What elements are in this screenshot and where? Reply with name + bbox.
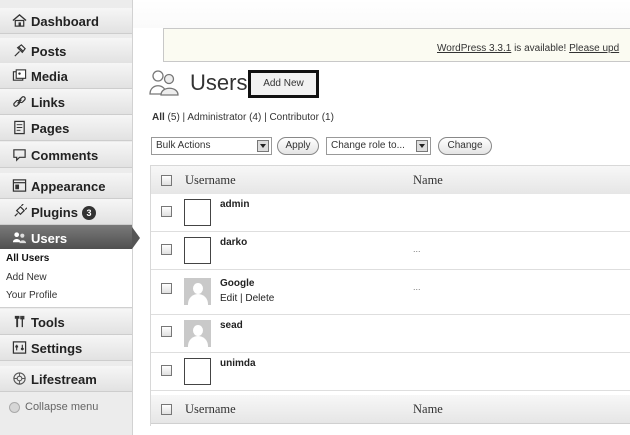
- column-header-name[interactable]: Name: [413, 173, 443, 188]
- submenu-item-add-new[interactable]: Add New: [6, 272, 47, 283]
- sidebar-item-label: Dashboard: [31, 14, 99, 29]
- appearance-icon: [12, 179, 27, 192]
- admin-sidebar: Dashboard Posts Media Links Pages Commen…: [0, 0, 140, 435]
- sidebar-item-posts[interactable]: Posts: [0, 38, 132, 64]
- sidebar-item-label: Links: [31, 95, 65, 110]
- plugin-update-count-badge: 3: [81, 206, 96, 220]
- column-footer-name[interactable]: Name: [413, 402, 443, 417]
- users-icon: [12, 232, 27, 244]
- column-header-username[interactable]: Username: [185, 173, 236, 188]
- sidebar-item-label: Lifestream: [31, 372, 97, 387]
- table-header: Username Name: [151, 166, 630, 195]
- user-role-filters: All (5) | Administrator (4) | Contributo…: [152, 112, 334, 123]
- sidebar-item-label: Settings: [31, 341, 83, 356]
- change-role-select[interactable]: Change role to...: [326, 137, 431, 155]
- sidebar-item-label: Tools: [31, 315, 65, 330]
- sidebar-item-label: Users: [31, 231, 68, 246]
- pages-icon: [14, 120, 25, 135]
- filter-all-count: (5): [164, 112, 180, 123]
- table-row: unimda: [151, 353, 630, 391]
- filter-all[interactable]: All: [152, 112, 165, 123]
- change-role-value: Change role to...: [331, 140, 405, 151]
- table-row: admin: [151, 194, 630, 232]
- media-icon: [12, 69, 27, 81]
- filter-contributor[interactable]: Contributor (1): [269, 112, 333, 123]
- sidebar-item-plugins[interactable]: Plugins 3: [0, 199, 132, 225]
- row-checkbox[interactable]: [161, 206, 172, 217]
- row-checkbox[interactable]: [161, 365, 172, 376]
- admin-bar: [133, 0, 630, 28]
- plugin-icon: [14, 204, 27, 217]
- settings-icon: [12, 341, 27, 354]
- users-table: Username Name admin darko ... Google Edi…: [150, 165, 630, 426]
- sidebar-item-label: Plugins: [31, 205, 78, 220]
- avatar: [184, 237, 211, 264]
- sidebar-item-label: Comments: [31, 148, 99, 163]
- page-title: Users: [190, 70, 248, 95]
- bulk-actions-value: Bulk Actions: [156, 140, 211, 151]
- link-icon: [13, 96, 26, 107]
- table-footer: Username Name: [151, 395, 630, 424]
- users-page-icon: [149, 70, 179, 96]
- table-row: sead: [151, 315, 630, 353]
- row-checkbox[interactable]: [161, 326, 172, 337]
- row-actions-edit-delete[interactable]: Edit | Delete: [220, 293, 274, 304]
- collapse-arrow-icon: [9, 402, 20, 413]
- change-role-button[interactable]: Change: [438, 137, 492, 155]
- username-link[interactable]: Google: [220, 278, 254, 289]
- sidebar-item-links[interactable]: Links: [0, 89, 132, 115]
- update-notice: WordPress 3.3.1 is available! Please upd: [163, 28, 630, 62]
- sidebar-item-lifestream[interactable]: Lifestream: [0, 366, 132, 392]
- sidebar-item-tools[interactable]: Tools: [0, 309, 132, 335]
- user-name: ...: [413, 244, 421, 254]
- users-submenu: All Users Add New Your Profile: [0, 249, 132, 308]
- username-link[interactable]: darko: [220, 237, 247, 248]
- mystery-person-avatar: [184, 278, 211, 305]
- sidebar-item-dashboard[interactable]: Dashboard: [0, 8, 132, 34]
- sidebar-item-label: Pages: [31, 121, 70, 136]
- select-all-checkbox[interactable]: [161, 404, 172, 415]
- username-link[interactable]: unimda: [220, 358, 256, 369]
- apply-button[interactable]: Apply: [277, 137, 319, 155]
- sidebar-item-label: Appearance: [31, 179, 106, 194]
- table-row: darko ...: [151, 232, 630, 270]
- sidebar-item-appearance[interactable]: Appearance: [0, 173, 132, 199]
- update-notice-text: is available!: [511, 43, 570, 54]
- sidebar-item-settings[interactable]: Settings: [0, 335, 132, 361]
- lifestream-icon: [13, 372, 26, 385]
- active-menu-arrow: [132, 227, 140, 249]
- sidebar-item-label: Posts: [31, 44, 67, 59]
- row-checkbox[interactable]: [161, 283, 172, 294]
- sidebar-item-users[interactable]: Users: [0, 225, 140, 251]
- avatar: [184, 358, 211, 385]
- chevron-down-icon: [416, 140, 428, 152]
- select-all-checkbox[interactable]: [161, 175, 172, 186]
- please-update-link[interactable]: Please upd: [569, 43, 619, 54]
- submenu-item-all-users[interactable]: All Users: [6, 253, 49, 264]
- collapse-menu-label: Collapse menu: [25, 401, 99, 413]
- submenu-item-your-profile[interactable]: Your Profile: [6, 290, 57, 301]
- sidebar-item-label: Media: [31, 69, 68, 84]
- sidebar-item-comments[interactable]: Comments: [0, 142, 132, 168]
- column-footer-username[interactable]: Username: [185, 402, 236, 417]
- sidebar-item-pages[interactable]: Pages: [0, 115, 132, 141]
- chevron-down-icon: [257, 140, 269, 152]
- filter-administrator[interactable]: Administrator (4): [187, 112, 261, 123]
- wordpress-version-link[interactable]: WordPress 3.3.1: [437, 43, 511, 54]
- sidebar-item-media[interactable]: Media: [0, 63, 132, 89]
- comment-icon: [13, 149, 26, 162]
- table-row: Google Edit | Delete ...: [151, 270, 630, 315]
- home-icon: [12, 13, 27, 27]
- avatar: [184, 199, 211, 226]
- add-new-button[interactable]: Add New: [248, 70, 319, 98]
- bulk-actions-select[interactable]: Bulk Actions: [151, 137, 272, 155]
- mystery-person-avatar: [184, 320, 211, 347]
- user-name: ...: [413, 282, 421, 292]
- username-link[interactable]: admin: [220, 199, 249, 210]
- pin-icon: [14, 44, 26, 57]
- tools-icon: [14, 315, 25, 328]
- collapse-menu-button[interactable]: Collapse menu: [0, 396, 132, 420]
- username-link[interactable]: sead: [220, 320, 243, 331]
- row-checkbox[interactable]: [161, 244, 172, 255]
